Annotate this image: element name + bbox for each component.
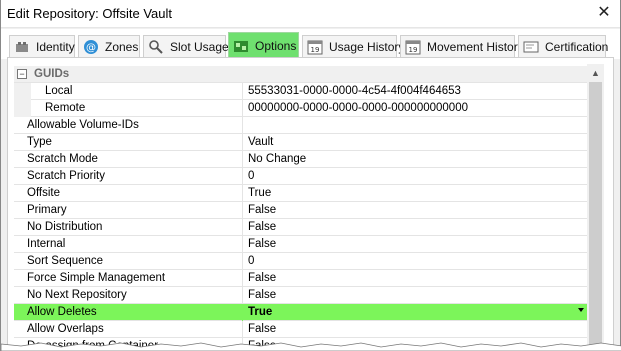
tab-label: Options bbox=[255, 38, 297, 53]
vertical-scrollbar[interactable]: ▲ bbox=[587, 64, 604, 351]
property-name: Allow Deletes bbox=[14, 304, 243, 321]
svg-text:19: 19 bbox=[311, 46, 320, 54]
property-name: Scratch Priority bbox=[14, 168, 243, 185]
tab-label: Slot Usage bbox=[170, 39, 229, 54]
tab-label: Identity bbox=[36, 39, 75, 54]
property-value[interactable]: 55533031-0000-0000-4c54-4f004f464653 bbox=[243, 83, 587, 100]
scroll-up-icon[interactable]: ▲ bbox=[587, 64, 604, 81]
svg-text:19: 19 bbox=[409, 46, 418, 54]
tab-strip: Identity @ Zones Slot Usage Options 19 U… bbox=[1, 29, 620, 59]
grid-row-allow-overlaps[interactable]: Allow Overlaps False bbox=[14, 321, 587, 338]
property-name: Type bbox=[14, 134, 243, 151]
tab-options[interactable]: Options bbox=[228, 32, 299, 58]
property-value[interactable] bbox=[243, 117, 587, 134]
tab-label: Certification bbox=[545, 39, 609, 54]
property-name: Primary bbox=[14, 202, 243, 219]
edit-repository-window: Edit Repository: Offsite Vault ✕ Identit… bbox=[0, 0, 621, 351]
gear-icon bbox=[14, 39, 30, 55]
property-name: No Distribution bbox=[14, 219, 243, 236]
category-row-guids[interactable]: − GUIDs bbox=[14, 66, 587, 83]
tab-identity[interactable]: Identity bbox=[9, 35, 75, 57]
options-icon bbox=[233, 38, 249, 54]
property-name: Internal bbox=[14, 236, 243, 253]
property-name: No Next Repository bbox=[14, 287, 243, 304]
property-value[interactable]: False bbox=[243, 321, 587, 338]
property-name: Sort Sequence bbox=[14, 253, 243, 270]
property-name: Allowable Volume-IDs bbox=[14, 117, 243, 134]
tab-zones[interactable]: @ Zones bbox=[78, 35, 140, 57]
grid-row-allowable-volume-ids[interactable]: Allowable Volume-IDs bbox=[14, 117, 587, 134]
grid-row-force-simple-management[interactable]: Force Simple Management False bbox=[14, 270, 587, 287]
property-name: Allow Overlaps bbox=[14, 321, 243, 338]
scrollbar-thumb[interactable] bbox=[589, 82, 602, 351]
property-name: Remote bbox=[14, 100, 243, 117]
property-value[interactable]: 00000000-0000-0000-0000-000000000000 bbox=[243, 100, 587, 117]
grid-row-remote[interactable]: Remote 00000000-0000-0000-0000-000000000… bbox=[14, 100, 587, 117]
tab-movement-history[interactable]: 19 Movement History bbox=[400, 35, 524, 57]
property-grid: − GUIDs Local 55533031-0000-0000-4c54-4f… bbox=[14, 64, 587, 351]
property-value[interactable]: True bbox=[243, 185, 587, 202]
grid-row-primary[interactable]: Primary False bbox=[14, 202, 587, 219]
tab-label: Usage History bbox=[329, 39, 405, 54]
svg-text:@: @ bbox=[86, 42, 96, 53]
torn-edge bbox=[1, 342, 621, 351]
property-name: Local bbox=[14, 83, 243, 100]
tab-usage-history[interactable]: 19 Usage History bbox=[302, 35, 404, 57]
close-button[interactable]: ✕ bbox=[594, 3, 614, 23]
property-value[interactable]: False bbox=[243, 270, 587, 287]
property-name: Scratch Mode bbox=[14, 151, 243, 168]
property-value[interactable]: 0 bbox=[243, 168, 587, 185]
grid-row-internal[interactable]: Internal False bbox=[14, 236, 587, 253]
dropdown-arrow-icon[interactable] bbox=[578, 308, 584, 312]
property-value[interactable]: True bbox=[243, 304, 587, 321]
grid-row-local[interactable]: Local 55533031-0000-0000-4c54-4f004f4646… bbox=[14, 83, 587, 100]
property-value[interactable]: Vault bbox=[243, 134, 587, 151]
property-value[interactable]: False bbox=[243, 202, 587, 219]
tab-certification[interactable]: Certification bbox=[518, 35, 609, 57]
property-value[interactable]: False bbox=[243, 287, 587, 304]
property-name: Force Simple Management bbox=[14, 270, 243, 287]
grid-row-offsite[interactable]: Offsite True bbox=[14, 185, 587, 202]
tab-slot-usage[interactable]: Slot Usage bbox=[143, 35, 229, 57]
property-value[interactable]: False bbox=[243, 219, 587, 236]
grid-row-sort-sequence[interactable]: Sort Sequence 0 bbox=[14, 253, 587, 270]
tab-label: Zones bbox=[105, 39, 139, 54]
calendar-icon: 19 bbox=[307, 39, 323, 55]
window-title: Edit Repository: Offsite Vault bbox=[7, 6, 172, 21]
calendar-icon: 19 bbox=[405, 39, 421, 55]
property-value[interactable]: No Change bbox=[243, 151, 587, 168]
grid-row-no-distribution[interactable]: No Distribution False bbox=[14, 219, 587, 236]
magnifier-icon bbox=[148, 39, 164, 55]
at-icon: @ bbox=[83, 39, 99, 55]
grid-row-scratch-mode[interactable]: Scratch Mode No Change bbox=[14, 151, 587, 168]
grid-row-no-next-repository[interactable]: No Next Repository False bbox=[14, 287, 587, 304]
property-value[interactable]: False bbox=[243, 236, 587, 253]
grid-row-type[interactable]: Type Vault bbox=[14, 134, 587, 151]
property-name: Offsite bbox=[14, 185, 243, 202]
tab-label: Movement History bbox=[427, 39, 524, 54]
title-bar: Edit Repository: Offsite Vault ✕ bbox=[1, 0, 620, 28]
category-label: GUIDs bbox=[34, 68, 70, 80]
grid-row-allow-deletes[interactable]: Allow Deletes True bbox=[14, 304, 587, 321]
property-value[interactable]: 0 bbox=[243, 253, 587, 270]
certificate-icon bbox=[523, 39, 539, 55]
grid-row-scratch-priority[interactable]: Scratch Priority 0 bbox=[14, 168, 587, 185]
